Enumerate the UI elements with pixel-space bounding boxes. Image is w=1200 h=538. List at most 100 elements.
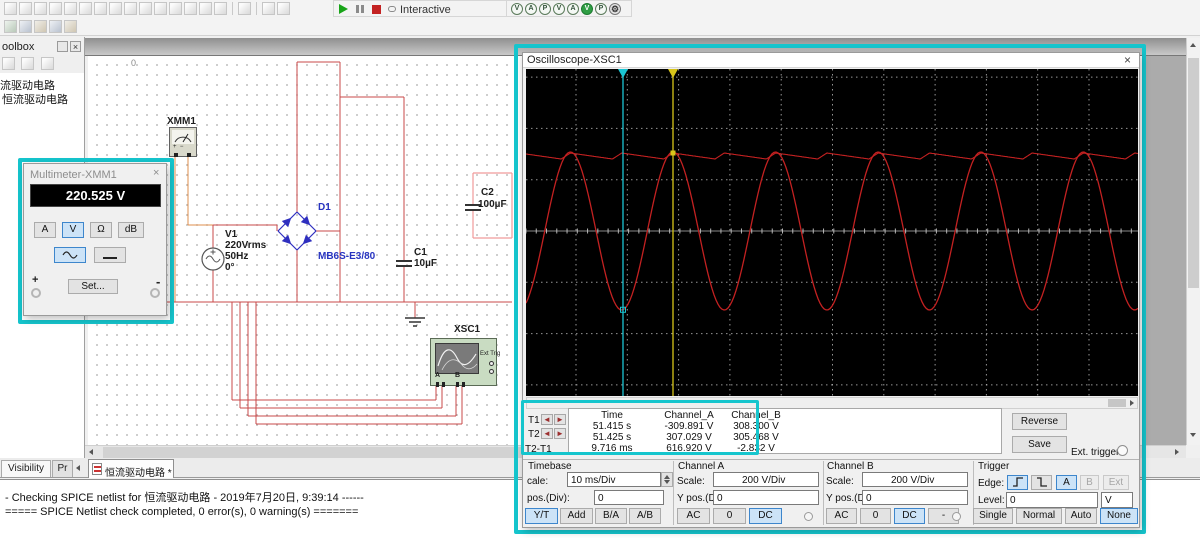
yt-mode-button[interactable]: Y/T — [525, 508, 558, 524]
ab-mode-button[interactable]: A/B — [629, 508, 661, 524]
toolbar-icon[interactable] — [64, 2, 77, 15]
ac-signal-button[interactable] — [54, 247, 86, 263]
falling-edge-button[interactable] — [1031, 475, 1052, 490]
channel-b-0-button[interactable]: 0 — [860, 508, 891, 524]
toolbar-icon[interactable] — [184, 2, 197, 15]
interactive-label[interactable]: Interactive — [400, 4, 451, 16]
channel-b-scale-input[interactable]: 200 V/Div — [862, 472, 968, 487]
toolbar-icon[interactable] — [34, 20, 47, 33]
db-mode-button[interactable]: dB — [118, 222, 144, 238]
xsc1-instrument-icon[interactable]: Ext Trig A B — [430, 338, 500, 387]
tree-item-circuit[interactable]: 恒流驱动电路 — [2, 91, 68, 107]
toolbox-pin-button[interactable] — [57, 41, 68, 52]
scroll-right-button[interactable] — [1175, 449, 1179, 455]
scope-hscroll-thumb[interactable] — [1108, 399, 1126, 407]
toolbar-icon[interactable] — [262, 2, 275, 15]
power-probe-icon[interactable]: P — [539, 3, 551, 15]
toolbar-icon[interactable] — [238, 2, 251, 15]
toolbar-icon[interactable] — [139, 2, 152, 15]
new-document-icon[interactable] — [2, 57, 15, 70]
toolbox-close-button[interactable]: × — [70, 41, 81, 52]
trigger-ext-button[interactable]: Ext — [1103, 475, 1129, 490]
channel-b-ypos-input[interactable]: 0 — [862, 490, 968, 505]
plus-terminal-jack[interactable] — [31, 288, 41, 298]
toolbar-icon[interactable] — [4, 20, 17, 33]
multimeter-close-button[interactable]: × — [153, 167, 159, 179]
voltmeter-mode-button[interactable]: V — [62, 222, 84, 238]
ext-trigger-terminal[interactable] — [1117, 445, 1128, 456]
t2-right-button[interactable]: ► — [554, 428, 566, 439]
ammeter-mode-button[interactable]: A — [34, 222, 56, 238]
tab-project-view[interactable]: Pr — [52, 460, 73, 477]
trigger-a-button[interactable]: A — [1056, 475, 1077, 490]
channel-a-0-button[interactable]: 0 — [713, 508, 746, 524]
scroll-down-button[interactable] — [1190, 433, 1196, 437]
timebase-scale-spinner[interactable] — [661, 472, 673, 487]
scope-screen[interactable] — [525, 69, 1139, 396]
tab-visibility[interactable]: Visibility — [1, 460, 51, 477]
toolbar-icon[interactable] — [49, 20, 62, 33]
trigger-level-unit[interactable]: V — [1101, 492, 1133, 508]
stop-button[interactable] — [372, 5, 381, 14]
toolbar-icon[interactable] — [109, 2, 122, 15]
probe-settings-icon[interactable]: ⚙ — [609, 3, 621, 15]
tab-scroll-left[interactable] — [76, 465, 80, 471]
oscilloscope-close-button[interactable]: × — [1124, 53, 1131, 67]
ohmmeter-mode-button[interactable]: Ω — [90, 222, 112, 238]
digital-probe-icon[interactable]: P — [595, 3, 607, 15]
current-probe-icon[interactable]: A — [525, 3, 537, 15]
t2-left-button[interactable]: ◄ — [541, 428, 553, 439]
multimeter-dialog[interactable]: Multimeter-XMM1 × 220.525 V A V Ω dB + -… — [23, 163, 167, 316]
hscroll-thumb[interactable] — [103, 447, 523, 458]
open-document-icon[interactable] — [21, 57, 35, 70]
scope-graph[interactable] — [525, 69, 1139, 396]
trigger-normal-button[interactable]: Normal — [1016, 508, 1062, 524]
pause-button[interactable] — [356, 5, 359, 13]
channel-a-ypos-input[interactable]: 0 — [713, 490, 819, 505]
set-button[interactable]: Set... — [68, 279, 118, 294]
t1-right-button[interactable]: ► — [554, 414, 566, 425]
trigger-level-input[interactable]: 0 — [1006, 492, 1098, 508]
sheet-tab[interactable]: 恒流驱动电路 * — [88, 459, 174, 479]
toolbar-icon[interactable] — [154, 2, 167, 15]
oscilloscope-title-bar[interactable]: Oscilloscope-XSC1 × — [523, 53, 1139, 68]
toolbar-icon[interactable] — [199, 2, 212, 15]
channel-b-terminal[interactable] — [952, 512, 961, 521]
minus-terminal-jack[interactable] — [150, 288, 160, 298]
toolbar-icon[interactable] — [277, 2, 290, 15]
toolbar-icon[interactable] — [124, 2, 137, 15]
channel-a-scale-input[interactable]: 200 V/Div — [713, 472, 819, 487]
channel-b-ac-button[interactable]: AC — [826, 508, 857, 524]
toolbar-icon[interactable] — [64, 20, 77, 33]
timebase-xpos-input[interactable]: 0 — [594, 490, 664, 505]
trigger-b-button[interactable]: B — [1080, 475, 1099, 490]
ba-mode-button[interactable]: B/A — [595, 508, 627, 524]
scope-hscroll-right[interactable] — [1130, 400, 1134, 406]
channel-a-ac-button[interactable]: AC — [677, 508, 710, 524]
save-button[interactable]: Save — [1012, 436, 1067, 453]
voltage-probe-icon[interactable]: V — [511, 3, 523, 15]
xmm1-instrument-icon[interactable]: + − — [169, 127, 197, 157]
add-mode-button[interactable]: Add — [560, 508, 593, 524]
channel-a-terminal[interactable] — [804, 512, 813, 521]
oscilloscope-dialog[interactable]: Oscilloscope-XSC1 × T1 ◄ ► T2 ◄ ► T2-T1 … — [522, 52, 1140, 528]
toolbar-icon[interactable] — [4, 2, 17, 15]
vi-probe-icon[interactable]: V — [581, 3, 593, 15]
diff-voltage-probe-icon[interactable]: V — [553, 3, 565, 15]
toolbar-icon[interactable] — [34, 2, 47, 15]
scroll-up-button[interactable] — [1190, 43, 1196, 47]
vertical-scrollbar[interactable] — [1186, 38, 1200, 445]
reverse-button[interactable]: Reverse — [1012, 413, 1067, 430]
dc-signal-button[interactable] — [94, 247, 126, 263]
toolbar-icon[interactable] — [169, 2, 182, 15]
trigger-auto-button[interactable]: Auto — [1065, 508, 1097, 524]
t1-left-button[interactable]: ◄ — [541, 414, 553, 425]
save-icon[interactable] — [40, 57, 54, 70]
scroll-left-button[interactable] — [89, 449, 93, 455]
current-clamp-probe-icon[interactable]: A — [567, 3, 579, 15]
trigger-single-button[interactable]: Single — [973, 508, 1013, 524]
toolbar-icon[interactable] — [79, 2, 92, 15]
channel-b-dc-button[interactable]: DC — [894, 508, 925, 524]
toolbar-icon[interactable] — [94, 2, 107, 15]
timebase-scale-input[interactable]: 10 ms/Div — [567, 472, 661, 487]
